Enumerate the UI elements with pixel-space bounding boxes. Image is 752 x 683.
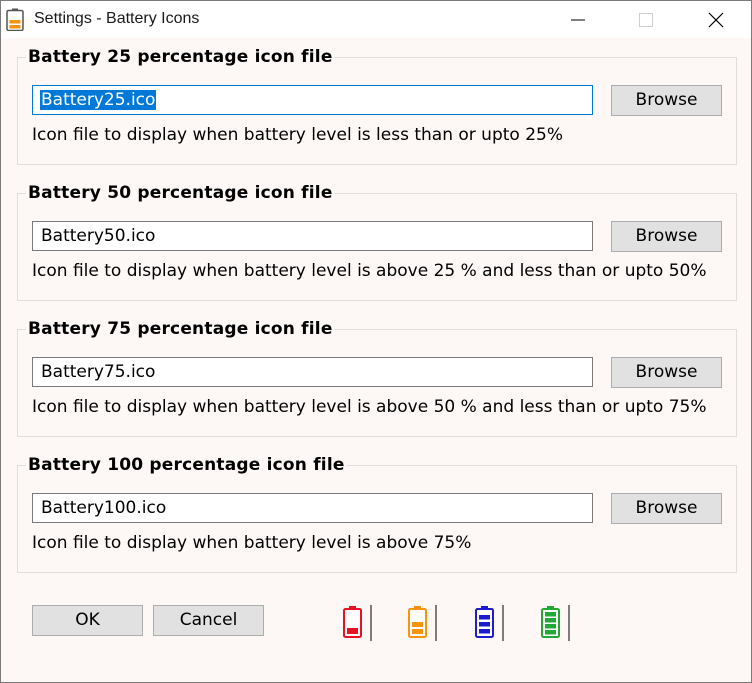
maximize-button[interactable]: [623, 1, 669, 38]
group-battery-25: Battery 25 percentage icon file Battery2…: [17, 47, 737, 165]
close-button[interactable]: [693, 1, 739, 38]
input-value: Battery75.ico: [41, 362, 156, 382]
group-title: Battery 50 percentage icon file: [26, 183, 335, 203]
group-title: Battery 100 percentage icon file: [26, 455, 347, 475]
browse-button-25[interactable]: Browse: [611, 85, 722, 116]
input-value: Battery25.ico: [40, 90, 157, 110]
battery-25-icon: [343, 605, 372, 641]
input-value: Battery100.ico: [41, 498, 167, 518]
group-description: Icon file to display when battery level …: [32, 533, 472, 553]
maximize-icon: [639, 13, 653, 27]
battery-75-file-input[interactable]: Battery75.ico: [32, 357, 593, 387]
title-bar[interactable]: Settings - Battery Icons: [1, 1, 751, 38]
battery-50-file-input[interactable]: Battery50.ico: [32, 221, 593, 251]
battery-100-icon: [541, 605, 570, 641]
battery-75-icon: [475, 605, 504, 641]
group-battery-75: Battery 75 percentage icon file Battery7…: [17, 319, 737, 437]
group-battery-50: Battery 50 percentage icon file Battery5…: [17, 183, 737, 301]
group-description: Icon file to display when battery level …: [32, 125, 564, 145]
ok-button[interactable]: OK: [32, 605, 143, 636]
browse-button-50[interactable]: Browse: [611, 221, 722, 252]
group-battery-100: Battery 100 percentage icon file Battery…: [17, 455, 737, 573]
minimize-icon: [571, 19, 585, 21]
browse-button-100[interactable]: Browse: [611, 493, 722, 524]
battery-100-file-input[interactable]: Battery100.ico: [32, 493, 593, 523]
close-icon: [708, 12, 724, 28]
input-value: Battery50.ico: [41, 226, 156, 246]
browse-button-75[interactable]: Browse: [611, 357, 722, 388]
minimize-button[interactable]: [555, 1, 601, 38]
settings-window: Settings - Battery Icons Battery 25 perc…: [0, 0, 752, 683]
group-description: Icon file to display when battery level …: [32, 261, 707, 281]
window-title: Settings - Battery Icons: [34, 10, 200, 27]
cancel-button[interactable]: Cancel: [153, 605, 264, 636]
battery-app-icon: [6, 8, 24, 31]
group-description: Icon file to display when battery level …: [32, 397, 707, 417]
battery-25-file-input[interactable]: Battery25.ico: [32, 85, 593, 115]
battery-50-icon: [408, 605, 437, 641]
group-title: Battery 25 percentage icon file: [26, 47, 335, 67]
group-title: Battery 75 percentage icon file: [26, 319, 335, 339]
